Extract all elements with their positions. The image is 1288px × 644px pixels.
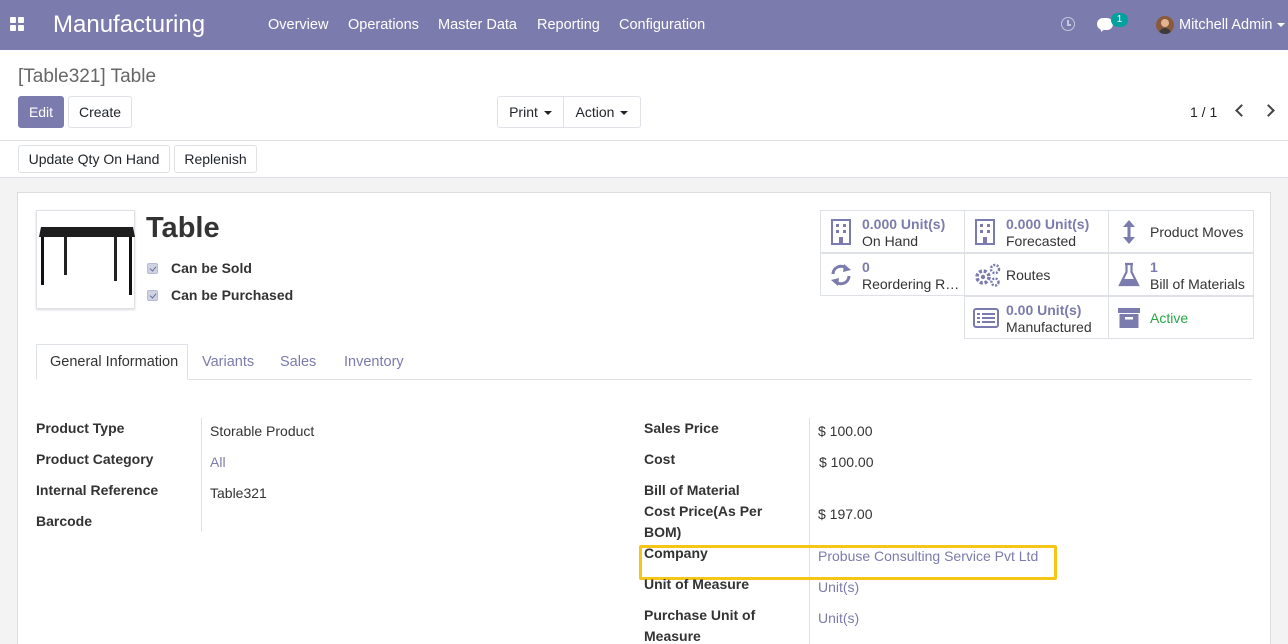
menu-configuration[interactable]: Configuration	[619, 17, 705, 33]
chevron-down-icon	[543, 111, 552, 116]
right-field-separator	[809, 418, 810, 644]
can-be-sold-label: Can be Sold	[171, 260, 252, 276]
bom-label: Bill of Materials	[1150, 276, 1245, 292]
product-category-field[interactable]: All	[210, 454, 226, 470]
archive-icon	[1118, 308, 1140, 328]
tab-inventory[interactable]: Inventory	[344, 354, 404, 370]
chevron-right-icon[interactable]	[1262, 104, 1275, 117]
building-icon	[831, 219, 851, 245]
menu-reporting[interactable]: Reporting	[537, 17, 600, 33]
tab-general-information[interactable]: General Information	[36, 344, 188, 380]
routes-button[interactable]: Routes	[964, 253, 1109, 296]
on-hand-button[interactable]: 0.000 Unit(s) On Hand	[820, 210, 965, 253]
app-title[interactable]: Manufacturing	[53, 11, 205, 39]
uom-label: Unit of Measure	[644, 576, 750, 592]
list-icon	[973, 308, 999, 328]
create-button[interactable]: Create	[68, 96, 132, 128]
can-be-sold-checkbox[interactable]	[147, 263, 158, 274]
tabs-underline	[36, 379, 1252, 380]
refresh-icon	[831, 264, 851, 286]
update-qty-button[interactable]: Update Qty On Hand	[18, 145, 170, 173]
bom-cost-label-line2: Cost Price(As Per	[644, 503, 763, 519]
bom-value: 1	[1150, 259, 1158, 275]
product-moves-button[interactable]: Product Moves	[1108, 210, 1254, 253]
product-image[interactable]	[36, 210, 135, 309]
action-label: Action	[575, 104, 615, 120]
apps-grid-icon[interactable]	[10, 17, 24, 31]
manufactured-button[interactable]: 0.00 Unit(s) Manufactured	[964, 296, 1109, 339]
cost-label: Cost	[644, 451, 676, 467]
arrows-vertical-icon	[1123, 220, 1135, 244]
internal-reference-label: Internal Reference	[36, 482, 159, 498]
user-menu[interactable]: Mitchell Admin	[1179, 17, 1272, 33]
left-field-separator	[201, 418, 202, 532]
purchase-uom-label-line1: Purchase Unit of	[644, 607, 756, 623]
edit-button[interactable]: Edit	[18, 96, 64, 128]
bom-cost-field[interactable]: $ 197.00	[818, 506, 873, 522]
purchase-uom-label-line2: Measure	[644, 628, 701, 644]
print-label: Print	[509, 104, 538, 120]
cost-field[interactable]: $ 100.00	[819, 454, 874, 470]
tab-sales[interactable]: Sales	[280, 354, 316, 370]
sales-price-field[interactable]: $ 100.00	[818, 423, 873, 439]
manufactured-label: Manufactured	[1006, 319, 1092, 335]
flask-icon	[1118, 262, 1140, 287]
menu-master-data[interactable]: Master Data	[438, 17, 517, 33]
tab-variants[interactable]: Variants	[202, 354, 254, 370]
table-image-icon	[39, 227, 135, 295]
control-panel-divider	[0, 140, 1288, 141]
product-type-field[interactable]: Storable Product	[210, 423, 314, 439]
reordering-value: 0	[862, 259, 870, 275]
menu-overview[interactable]: Overview	[268, 17, 328, 33]
cogs-icon	[975, 263, 1001, 287]
bill-of-materials-button[interactable]: 1 Bill of Materials	[1108, 253, 1254, 296]
print-dropdown[interactable]: Print	[497, 96, 564, 128]
action-dropdown[interactable]: Action	[563, 96, 641, 128]
purchase-uom-field[interactable]: Unit(s)	[818, 610, 859, 626]
pager-value[interactable]: 1 / 1	[1190, 104, 1217, 120]
sales-price-label: Sales Price	[644, 420, 719, 436]
replenish-button[interactable]: Replenish	[174, 145, 257, 173]
chat-badge: 1	[1111, 13, 1128, 27]
forecasted-button[interactable]: 0.000 Unit(s) Forecasted	[964, 210, 1109, 253]
chevron-left-icon[interactable]	[1235, 104, 1248, 117]
can-be-purchased-label: Can be Purchased	[171, 287, 294, 303]
product-moves-label: Product Moves	[1150, 224, 1244, 240]
uom-field[interactable]: Unit(s)	[818, 579, 859, 595]
bom-cost-label-line3: BOM)	[644, 524, 682, 540]
manufactured-value: 0.00 Unit(s)	[1006, 302, 1082, 318]
breadcrumb: [Table321] Table	[18, 66, 157, 87]
internal-reference-field[interactable]: Table321	[210, 485, 267, 501]
chevron-down-icon	[620, 111, 629, 116]
on-hand-value: 0.000 Unit(s)	[862, 216, 946, 232]
activity-clock-icon[interactable]	[1061, 17, 1075, 31]
reordering-rules-button[interactable]: 0 Reordering Rules	[820, 253, 965, 296]
product-type-label: Product Type	[36, 420, 125, 436]
product-name: Table	[146, 212, 220, 244]
bom-cost-label-line1: Bill of Material	[644, 482, 740, 498]
chevron-down-icon[interactable]	[1277, 23, 1285, 27]
avatar[interactable]	[1156, 16, 1174, 34]
barcode-label: Barcode	[36, 513, 93, 529]
product-category-label: Product Category	[36, 451, 154, 467]
can-be-purchased-checkbox[interactable]	[147, 290, 158, 301]
forecasted-value: 0.000 Unit(s)	[1006, 216, 1090, 232]
on-hand-label: On Hand	[862, 233, 919, 249]
building-icon	[975, 219, 995, 245]
routes-label: Routes	[1006, 267, 1051, 283]
active-label: Active	[1150, 310, 1189, 326]
active-toggle-button[interactable]: Active	[1108, 296, 1254, 339]
top-navbar: Manufacturing Overview Operations Master…	[0, 0, 1288, 50]
menu-operations[interactable]: Operations	[348, 17, 419, 33]
reordering-label: Reordering Rules	[862, 276, 962, 292]
forecasted-label: Forecasted	[1006, 233, 1077, 249]
